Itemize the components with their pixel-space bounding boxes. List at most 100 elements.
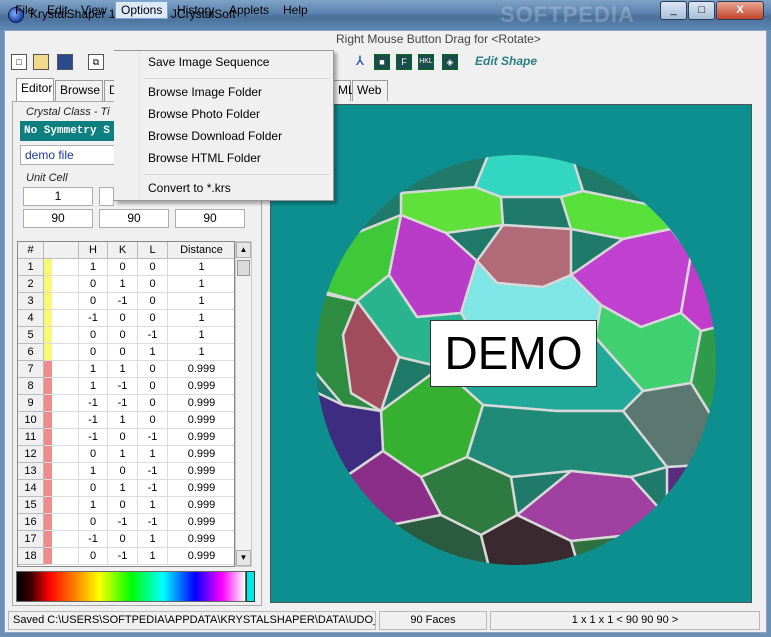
cell-l[interactable]: -1: [138, 327, 168, 344]
cube-icon[interactable]: ■: [374, 54, 390, 70]
cell-distance[interactable]: 1: [168, 259, 234, 276]
face-color-chip[interactable]: [44, 531, 52, 547]
cell-k[interactable]: -1: [108, 514, 138, 531]
cell-l[interactable]: 0: [138, 293, 168, 310]
table-row[interactable]: 17 -1 0 1 0.999: [18, 531, 234, 548]
cell-distance[interactable]: 0.999: [168, 548, 234, 565]
cell-l[interactable]: 0: [138, 276, 168, 293]
row-color-swatch[interactable]: [44, 531, 79, 548]
row-color-swatch[interactable]: [44, 463, 79, 480]
row-color-swatch[interactable]: [44, 446, 79, 463]
face-color-chip[interactable]: [44, 463, 52, 479]
face-color-chip[interactable]: [44, 361, 52, 377]
row-color-swatch[interactable]: [44, 276, 79, 293]
open-icon[interactable]: [33, 54, 49, 70]
row-color-swatch[interactable]: [44, 344, 79, 361]
table-row[interactable]: 13 1 0 -1 0.999: [18, 463, 234, 480]
cell-h[interactable]: -1: [79, 412, 108, 429]
cell-k[interactable]: -1: [108, 548, 138, 565]
menu-applets[interactable]: Applets: [224, 1, 274, 19]
cell-k[interactable]: 0: [108, 327, 138, 344]
table-row[interactable]: 9 -1 -1 0 0.999: [18, 395, 234, 412]
cell-l[interactable]: 0: [138, 378, 168, 395]
cell-h[interactable]: 0: [79, 480, 108, 497]
row-color-swatch[interactable]: [44, 548, 79, 565]
table-row[interactable]: 8 1 -1 0 0.999: [18, 378, 234, 395]
face-color-chip[interactable]: [44, 378, 52, 394]
face-color-chip[interactable]: [44, 412, 52, 428]
row-color-swatch[interactable]: [44, 514, 79, 531]
col-header-distance[interactable]: Distance: [168, 242, 234, 259]
tab-html[interactable]: ML: [333, 80, 355, 101]
crystal-class-select[interactable]: No Symmetry S: [20, 121, 116, 141]
face-color-chip[interactable]: [44, 480, 52, 496]
tab-editor[interactable]: Editor: [16, 78, 54, 102]
face-color-chip[interactable]: [44, 548, 52, 564]
cell-k[interactable]: 1: [108, 480, 138, 497]
col-header-num[interactable]: #: [18, 242, 44, 259]
cell-l[interactable]: -1: [138, 429, 168, 446]
cell-gamma-field[interactable]: 90: [175, 209, 245, 228]
cell-k[interactable]: 1: [108, 412, 138, 429]
cell-h[interactable]: -1: [79, 310, 108, 327]
cell-k[interactable]: -1: [108, 395, 138, 412]
menu-item-convert-krs[interactable]: Convert to *.krs: [148, 178, 231, 198]
cell-distance[interactable]: 1: [168, 310, 234, 327]
cell-distance[interactable]: 0.999: [168, 361, 234, 378]
cell-distance[interactable]: 0.999: [168, 412, 234, 429]
table-row[interactable]: 10 -1 1 0 0.999: [18, 412, 234, 429]
row-color-swatch[interactable]: [44, 412, 79, 429]
row-color-swatch[interactable]: [44, 327, 79, 344]
cell-h[interactable]: -1: [79, 429, 108, 446]
face-color-chip[interactable]: [44, 310, 52, 326]
cell-distance[interactable]: 1: [168, 344, 234, 361]
table-scrollbar[interactable]: ▲ ▼: [235, 241, 252, 567]
selected-color-swatch[interactable]: [246, 571, 255, 602]
cell-l[interactable]: 1: [138, 497, 168, 514]
table-row[interactable]: 11001: [18, 259, 234, 276]
cell-distance[interactable]: 1: [168, 327, 234, 344]
cell-distance[interactable]: 0.999: [168, 480, 234, 497]
table-row[interactable]: 11 -1 0 -1 0.999: [18, 429, 234, 446]
cell-k[interactable]: -1: [108, 293, 138, 310]
hkl-icon[interactable]: HKL: [418, 54, 434, 70]
cell-k[interactable]: 1: [108, 361, 138, 378]
row-color-swatch[interactable]: [44, 429, 79, 446]
cell-h[interactable]: 0: [79, 327, 108, 344]
table-row[interactable]: 18 0 -1 1 0.999: [18, 548, 234, 565]
close-button[interactable]: X: [716, 1, 764, 20]
cell-h[interactable]: -1: [79, 395, 108, 412]
cell-k[interactable]: 0: [108, 344, 138, 361]
cell-h[interactable]: 0: [79, 446, 108, 463]
cell-h[interactable]: 0: [79, 293, 108, 310]
face-color-chip[interactable]: [44, 344, 52, 360]
table-row[interactable]: 3 0 -1 0 1: [18, 293, 234, 310]
menu-view[interactable]: View: [76, 1, 112, 19]
row-color-swatch[interactable]: [44, 395, 79, 412]
cell-a-field[interactable]: 1: [23, 187, 93, 206]
cell-k[interactable]: 1: [108, 446, 138, 463]
menu-item-save-image-sequence[interactable]: Save Image Sequence: [148, 52, 269, 72]
copy-icon[interactable]: ⧉: [88, 54, 104, 70]
cell-distance[interactable]: 0.999: [168, 429, 234, 446]
table-row[interactable]: 60011: [18, 344, 234, 361]
row-color-swatch[interactable]: [44, 361, 79, 378]
cell-distance[interactable]: 0.999: [168, 378, 234, 395]
face-color-chip[interactable]: [44, 259, 52, 275]
cell-k[interactable]: -1: [108, 378, 138, 395]
face-color-chip[interactable]: [44, 514, 52, 530]
menu-history[interactable]: History: [172, 1, 219, 19]
face-color-chip[interactable]: [44, 446, 52, 462]
menu-item-browse-html-folder[interactable]: Browse HTML Folder: [148, 148, 261, 168]
maximize-button[interactable]: □: [688, 1, 715, 20]
col-header-l[interactable]: L: [138, 242, 168, 259]
menu-options[interactable]: Options: [115, 1, 169, 19]
scroll-up-arrow-icon[interactable]: ▲: [236, 242, 251, 258]
shape-icon[interactable]: ◈: [442, 54, 458, 70]
row-color-swatch[interactable]: [44, 480, 79, 497]
cell-h[interactable]: 1: [79, 463, 108, 480]
cell-k[interactable]: 0: [108, 259, 138, 276]
table-row[interactable]: 7 1 1 0 0.999: [18, 361, 234, 378]
cell-l[interactable]: 0: [138, 310, 168, 327]
cell-h[interactable]: 0: [79, 276, 108, 293]
